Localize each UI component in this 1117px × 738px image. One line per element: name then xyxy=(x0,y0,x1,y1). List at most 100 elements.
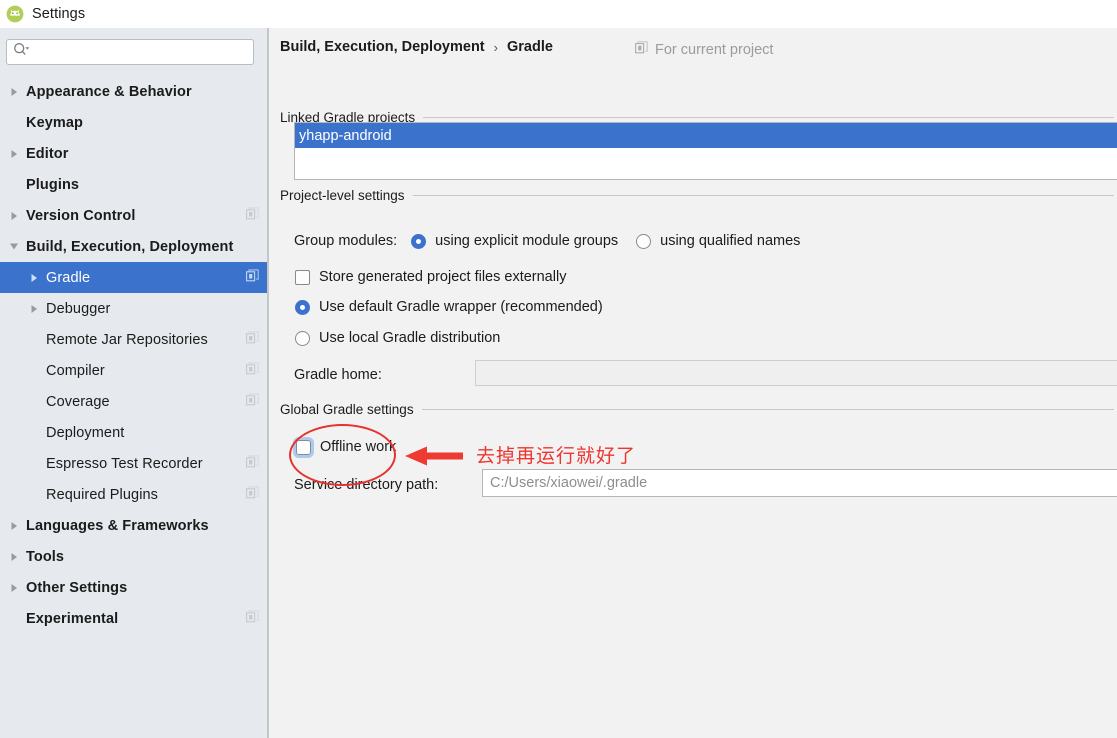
annotation-left-arrow xyxy=(403,443,465,474)
sidebar-item-editor[interactable]: Editor xyxy=(0,138,267,169)
search-box[interactable] xyxy=(6,39,254,65)
chevron-right-icon xyxy=(6,510,22,541)
copy-badge-icon xyxy=(246,330,259,349)
sidebar-item-label: Version Control xyxy=(26,207,136,224)
chevron-right-icon xyxy=(6,572,22,603)
store-externally-row[interactable]: Store generated project files externally xyxy=(295,269,566,285)
sidebar-item-remote-jar-repositories[interactable]: Remote Jar Repositories xyxy=(0,324,267,355)
sidebar-item-label: Keymap xyxy=(26,114,84,131)
annotation-note-text: 去掉再运行就好了 xyxy=(476,446,637,467)
chevron-down-icon xyxy=(6,231,22,262)
chevron-right-icon xyxy=(26,262,42,293)
sidebar-item-label: Plugins xyxy=(26,176,80,193)
radio-using-explicit-module-groups[interactable] xyxy=(411,233,427,249)
sidebar-item-keymap[interactable]: Keymap xyxy=(0,107,267,138)
checkbox-store-generated-project-files-externally[interactable] xyxy=(295,269,310,285)
settings-content: Build, Execution, Deployment › Gradle Fo… xyxy=(269,28,1117,738)
search-icon xyxy=(13,42,30,62)
linked-projects-items: yhapp-android xyxy=(295,123,1117,148)
sidebar-item-debugger[interactable]: Debugger xyxy=(0,293,267,324)
service-directory-value: C:/Users/xiaowei/.gradle xyxy=(490,475,648,491)
copy-badge-icon xyxy=(246,392,259,411)
sidebar-item-compiler[interactable]: Compiler xyxy=(0,355,267,386)
linked-project-item[interactable]: yhapp-android xyxy=(295,123,1117,148)
sidebar-item-espresso-test-recorder[interactable]: Espresso Test Recorder xyxy=(0,448,267,479)
sidebar-item-experimental[interactable]: Experimental xyxy=(0,603,267,634)
search-container xyxy=(6,39,254,65)
sidebar-item-version-control[interactable]: Version Control xyxy=(0,200,267,231)
sidebar-item-required-plugins[interactable]: Required Plugins xyxy=(0,479,267,510)
gradle-home-input[interactable] xyxy=(475,360,1117,386)
settings-window: Settings Appearance & BehaviorKeymapEd xyxy=(0,0,1117,738)
chevron-right-icon xyxy=(26,293,42,324)
store-externally-label: Store generated project files externally xyxy=(319,269,567,285)
offline-work-label: Offline work xyxy=(320,439,397,455)
copy-badge-icon xyxy=(246,361,259,380)
sidebar-item-label: Gradle xyxy=(46,269,91,286)
section-rule xyxy=(423,117,1114,118)
chevron-right-icon xyxy=(6,541,22,572)
sidebar-item-deployment[interactable]: Deployment xyxy=(0,417,267,448)
settings-tree: Appearance & Behavior Keymap Editor Plugins… xyxy=(0,76,267,634)
sidebar-item-gradle[interactable]: Gradle xyxy=(0,262,267,293)
gradle-home-label: Gradle home: xyxy=(294,367,382,383)
use-local-distribution-row[interactable]: Use local Gradle distribution xyxy=(295,330,500,346)
sidebar-item-label: Build, Execution, Deployment xyxy=(26,238,234,255)
section-rule xyxy=(412,195,1114,196)
sidebar-item-coverage[interactable]: Coverage xyxy=(0,386,267,417)
sidebar-item-label: Debugger xyxy=(46,300,111,317)
section-title-project-level: Project-level settings xyxy=(280,188,405,203)
group-modules-option-1[interactable]: using qualified names xyxy=(636,233,800,249)
radio-use-default-gradle-wrapper[interactable] xyxy=(295,299,310,315)
sidebar-item-label: Other Settings xyxy=(26,579,128,596)
sidebar-item-label: Editor xyxy=(26,145,69,162)
copy-badge-icon xyxy=(246,485,259,504)
sidebar-item-languages-frameworks[interactable]: Languages & Frameworks xyxy=(0,510,267,541)
search-input[interactable] xyxy=(34,42,234,62)
use-default-wrapper-label: Use default Gradle wrapper (recommended) xyxy=(319,299,603,315)
sidebar-item-label: Languages & Frameworks xyxy=(26,517,209,534)
breadcrumb-current: Gradle xyxy=(506,39,553,55)
checkbox-offline-work[interactable] xyxy=(293,436,314,458)
sidebar-item-build-execution-deployment[interactable]: Build, Execution, Deployment xyxy=(0,231,267,262)
radio-using-qualified-names[interactable] xyxy=(636,233,652,249)
linked-project-name: yhapp-android xyxy=(299,127,392,144)
service-directory-input[interactable]: C:/Users/xiaowei/.gradle xyxy=(482,469,1117,497)
offline-work-row[interactable]: Offline work xyxy=(293,436,397,458)
window-titlebar: Settings xyxy=(0,0,1117,28)
breadcrumb-parent: Build, Execution, Deployment xyxy=(280,39,485,55)
chevron-right-icon xyxy=(6,138,22,169)
group-modules-option-0[interactable]: using explicit module groups xyxy=(411,233,618,249)
radio-use-local-gradle-distribution[interactable] xyxy=(295,330,310,346)
linked-projects-list[interactable]: yhapp-android xyxy=(294,122,1117,180)
chevron-right-icon xyxy=(6,200,22,231)
scope-indicator: For current project xyxy=(635,41,773,58)
chevron-right-icon xyxy=(6,76,22,107)
sidebar-item-label: Compiler xyxy=(46,362,105,379)
section-title-global-settings: Global Gradle settings xyxy=(280,402,414,417)
sidebar-item-label: Espresso Test Recorder xyxy=(46,455,203,472)
sidebar-item-plugins[interactable]: Plugins xyxy=(0,169,267,200)
sidebar-item-label: Required Plugins xyxy=(46,486,159,503)
settings-sidebar: Appearance & Behavior Keymap Editor Plugins… xyxy=(0,28,267,738)
sidebar-item-other-settings[interactable]: Other Settings xyxy=(0,572,267,603)
copy-badge-icon xyxy=(246,268,259,287)
sidebar-item-tools[interactable]: Tools xyxy=(0,541,267,572)
sidebar-item-appearance-behavior[interactable]: Appearance & Behavior xyxy=(0,76,267,107)
sidebar-item-label: Coverage xyxy=(46,393,110,410)
group-modules-label: Group modules: xyxy=(294,233,398,249)
group-modules-option-0-label: using explicit module groups xyxy=(435,233,619,249)
use-default-wrapper-row[interactable]: Use default Gradle wrapper (recommended) xyxy=(295,299,603,315)
sidebar-item-label: Remote Jar Repositories xyxy=(46,331,208,348)
copy-badge-icon xyxy=(246,609,259,628)
section-rule xyxy=(421,409,1114,410)
settings-split: Appearance & Behavior Keymap Editor Plugins… xyxy=(0,28,1117,738)
sidebar-item-label: Deployment xyxy=(46,424,125,441)
